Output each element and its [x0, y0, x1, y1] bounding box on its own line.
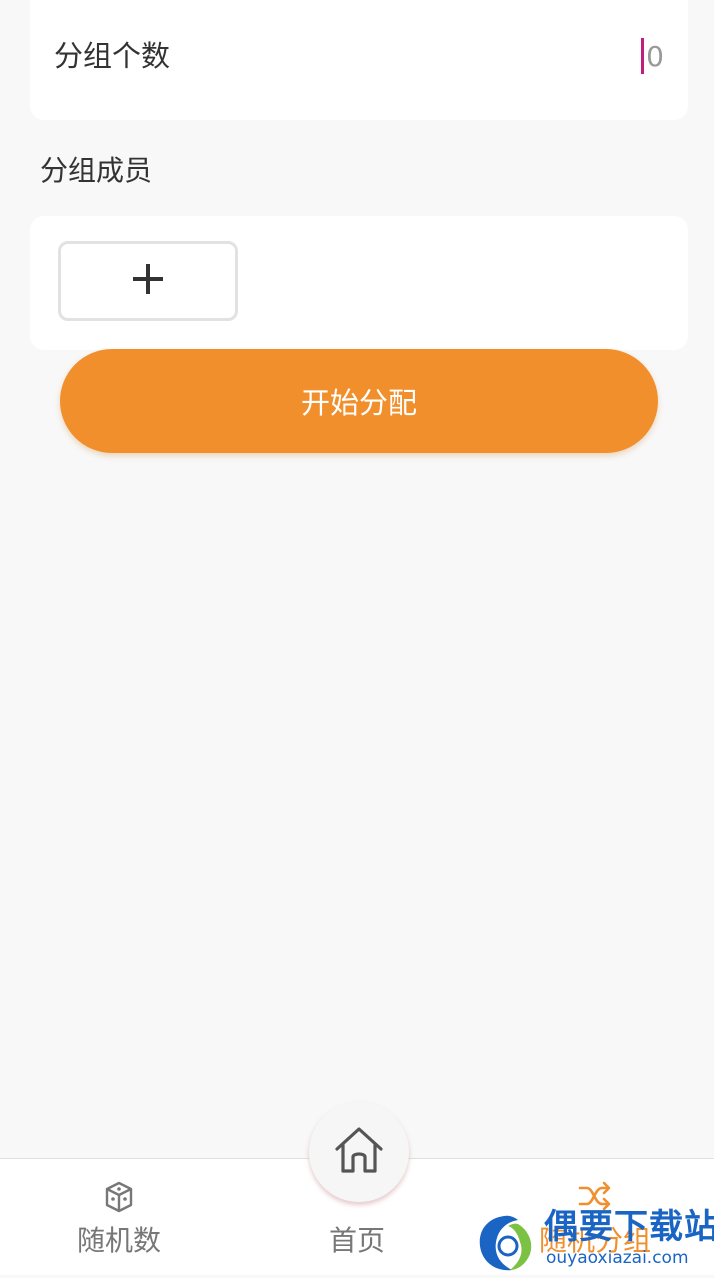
start-allocation-button[interactable]: 开始分配 [60, 349, 658, 453]
members-section-title: 分组成员 [40, 154, 153, 187]
home-icon [333, 1125, 385, 1179]
watermark-logo-icon [474, 1212, 538, 1278]
plus-icon [131, 262, 165, 300]
home-floating-button[interactable] [309, 1102, 409, 1202]
text-caret [641, 38, 644, 74]
watermark-domain: ouyaoxiazai.com [546, 1248, 689, 1268]
tab-home-label: 首页 [328, 1224, 385, 1257]
group-count-label: 分组个数 [54, 39, 171, 73]
watermark: 偶要下载站 ouyaoxiazai.com [470, 1208, 714, 1274]
watermark-title: 偶要下载站 [544, 1207, 714, 1247]
dice-icon [104, 1181, 134, 1217]
add-member-button[interactable] [58, 241, 238, 321]
members-card [30, 216, 688, 350]
group-count-input[interactable] [544, 36, 664, 76]
tab-random-number-label: 随机数 [76, 1224, 161, 1257]
tab-random-number[interactable]: 随机数 [0, 1159, 238, 1275]
group-count-card: 分组个数 [30, 0, 688, 120]
